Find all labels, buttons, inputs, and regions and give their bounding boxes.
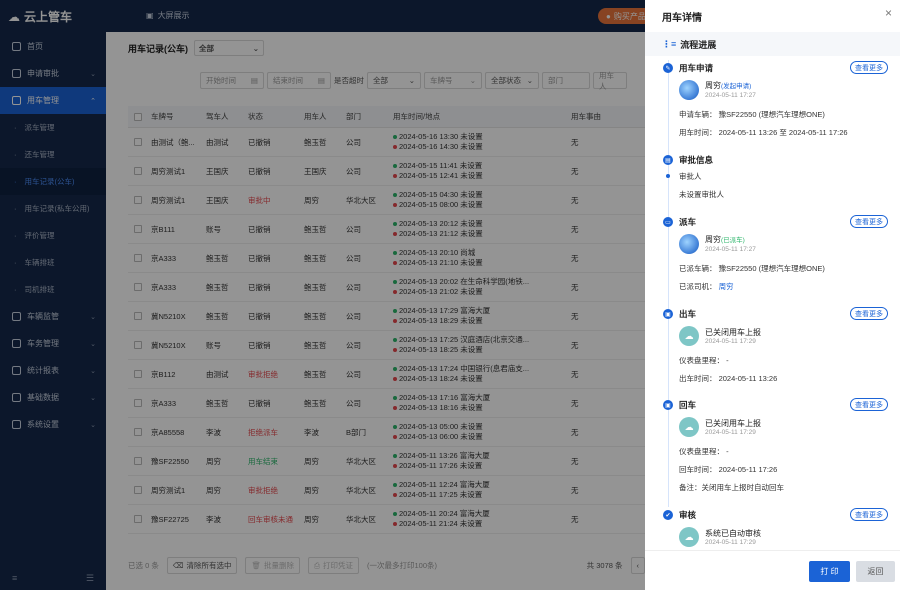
section-title: 用车申请 [679, 63, 714, 73]
person-tag: (发起申请) [721, 83, 752, 90]
detail-drawer: 用车详情 × ⋮≡ 流程进展 ✎ 用车申请 查看更多 周穷(发起申请) 2024-05… [645, 0, 900, 590]
timestamp: 2024-05-11 17:29 [705, 337, 756, 345]
timestamp: 2024-05-11 17:27 [705, 92, 756, 99]
view-more-button[interactable]: 查看更多 [850, 307, 888, 320]
use-time: 用车时间： 2024-05-11 13:26 至 2024-05-11 17:2… [679, 128, 848, 137]
section-title: 审批信息 [679, 155, 714, 165]
avatar [679, 234, 699, 254]
timeline-audit: ✔ 审核 查看更多 ☁ 系统已自动审核 2024-05-11 17:29 [645, 507, 900, 550]
document-icon: ▤ [663, 155, 673, 165]
dispatched-vehicle: 已派车辆： 豫SF22550 (理想汽车理想ONE) [679, 264, 825, 273]
status-message: 系统已自动审核 [705, 528, 761, 538]
cloud-avatar-icon: ☁ [679, 326, 699, 346]
section-title: 审核 [679, 510, 697, 520]
view-more-button[interactable]: 查看更多 [850, 508, 888, 521]
status-message: 已关闭用车上报 [705, 418, 761, 428]
section-title: 出车 [679, 309, 697, 319]
drawer-footer: 打 印 返回 [645, 550, 900, 590]
person-name: 周穷 [705, 81, 721, 90]
timeline-apply: ✎ 用车申请 查看更多 周穷(发起申请) 2024-05-11 17:27 申请车辆：… [645, 60, 900, 152]
modal-overlay[interactable] [0, 0, 645, 590]
status-message: 已关闭用车上报 [705, 327, 761, 337]
timeline-dispatch: ▭ 派车 查看更多 周穷(已派车) 2024-05-11 17:27 已派车辆： 豫S… [645, 214, 900, 306]
timeline-depart: ▣ 出车 查看更多 ☁ 已关闭用车上报 2024-05-11 17:29 仪表盘里程： … [645, 306, 900, 397]
return-time: 回车时间： 2024-05-11 17:26 [679, 465, 778, 474]
return-icon: ▣ [663, 400, 673, 410]
process-icon: ⋮≡ [662, 38, 677, 49]
timestamp: 2024-05-11 17:29 [705, 538, 756, 546]
tab-label: 流程进展 [680, 39, 717, 50]
applied-vehicle: 申请车辆： 豫SF22550 (理想汽车理想ONE) [679, 110, 825, 119]
print-button[interactable]: 打 印 [809, 561, 850, 582]
timestamp: 2024-05-11 17:27 [705, 246, 756, 253]
avatar [679, 80, 699, 100]
timeline-return: ▣ 回车 查看更多 ☁ 已关闭用车上报 2024-05-11 17:29 仪表盘里程： … [645, 397, 900, 507]
view-more-button[interactable]: 查看更多 [850, 61, 888, 74]
timeline-approval: ▤ 审批信息 审批人 未设置审批人 [645, 152, 900, 214]
section-title: 派车 [679, 217, 697, 227]
person-name: 周穷 [705, 235, 721, 244]
person-tag: (已派车) [721, 237, 745, 244]
view-more-button[interactable]: 查看更多 [850, 215, 888, 228]
close-icon[interactable]: × [885, 6, 892, 20]
car-icon: ▭ [663, 217, 673, 227]
odometer: 仪表盘里程： - [679, 447, 729, 456]
driver-label: 已派司机： [679, 282, 717, 291]
approver-label: 审批人 [679, 172, 702, 181]
edit-icon: ✎ [663, 63, 673, 73]
tab-process[interactable]: ⋮≡ 流程进展 [645, 32, 900, 56]
audit-icon: ✔ [663, 510, 673, 520]
cloud-avatar-icon: ☁ [679, 527, 699, 547]
depart-time: 出车时间： 2024-05-11 13:26 [679, 374, 778, 383]
approver-value: 未设置审批人 [679, 190, 724, 199]
driver-link[interactable]: 周穷 [719, 282, 734, 291]
section-title: 回车 [679, 400, 697, 410]
cloud-avatar-icon: ☁ [679, 417, 699, 437]
back-button[interactable]: 返回 [856, 561, 895, 582]
drawer-title: 用车详情 [662, 13, 702, 24]
view-more-button[interactable]: 查看更多 [850, 398, 888, 411]
process-timeline: ✎ 用车申请 查看更多 周穷(发起申请) 2024-05-11 17:27 申请车辆：… [645, 60, 900, 550]
odometer: 仪表盘里程： - [679, 356, 729, 365]
return-note: 备注：关闭用车上报时自动回车 [679, 483, 784, 492]
timestamp: 2024-05-11 17:29 [705, 428, 756, 436]
depart-icon: ▣ [663, 309, 673, 319]
